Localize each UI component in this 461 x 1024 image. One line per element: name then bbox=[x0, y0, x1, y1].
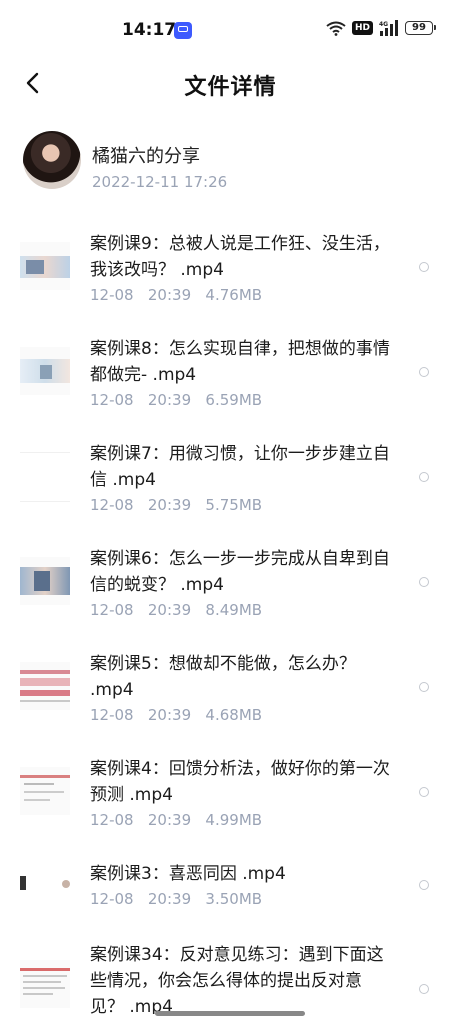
battery-icon: 99 bbox=[405, 21, 436, 35]
video-thumbnail bbox=[20, 662, 70, 710]
wifi-icon bbox=[326, 21, 346, 36]
file-meta: 12-08 20:39 4.99MB bbox=[90, 811, 263, 829]
file-name: 案例课34：反对意见练习：遇到下面这些情况，你会怎么得体的提出反对意见？ .mp… bbox=[90, 945, 384, 1014]
screen-cast-icon bbox=[174, 22, 192, 39]
video-thumbnail bbox=[20, 557, 70, 605]
svg-text:4G: 4G bbox=[379, 21, 388, 28]
file-name: 案例课7：用微习惯，让你一步步建立自信 .mp4 bbox=[90, 444, 390, 490]
video-thumbnail bbox=[20, 960, 70, 1008]
share-time: 2022-12-11 17:26 bbox=[92, 173, 228, 191]
file-name: 案例课5：想做却不能做，怎么办？ .mp4 bbox=[90, 654, 356, 700]
video-thumbnail bbox=[20, 860, 70, 908]
file-item[interactable]: 案例课3：喜恶同因 .mp4 12-08 20:39 3.50MB bbox=[0, 842, 461, 926]
status-time: 14:17 bbox=[122, 20, 177, 40]
page-title: 文件详情 bbox=[184, 75, 277, 100]
sharer-name: 橘猫六的分享 bbox=[92, 146, 200, 167]
file-name: 案例课4：回馈分析法，做好你的第一次预测 .mp4 bbox=[90, 759, 390, 805]
status-icons: HD 4G 99 bbox=[326, 20, 436, 36]
file-item[interactable]: 案例课9：总被人说是工作狂、没生活，我该改吗？ .mp4 12-08 20:39… bbox=[0, 212, 461, 312]
file-meta: 12-08 20:39 5.75MB bbox=[90, 496, 263, 514]
video-thumbnail bbox=[20, 347, 70, 395]
signal-4g-icon: 4G bbox=[379, 20, 399, 36]
status-bar: 14:17 HD 4G 99 bbox=[0, 0, 461, 62]
sharer-info: 橘猫六的分享 2022-12-11 17:26 bbox=[0, 128, 461, 198]
video-thumbnail bbox=[20, 767, 70, 815]
hd-icon: HD bbox=[351, 21, 373, 35]
select-radio[interactable] bbox=[419, 787, 429, 797]
select-radio[interactable] bbox=[419, 262, 429, 272]
file-name: 案例课9：总被人说是工作狂、没生活，我该改吗？ .mp4 bbox=[90, 234, 390, 280]
file-item[interactable]: 案例课5：想做却不能做，怎么办？ .mp4 12-08 20:39 4.68MB bbox=[0, 632, 461, 732]
home-indicator[interactable] bbox=[155, 1011, 305, 1016]
select-radio[interactable] bbox=[419, 472, 429, 482]
select-radio[interactable] bbox=[419, 577, 429, 587]
file-name: 案例课3：喜恶同因 .mp4 bbox=[90, 864, 286, 884]
file-item[interactable]: 案例课7：用微习惯，让你一步步建立自信 .mp4 12-08 20:39 5.7… bbox=[0, 422, 461, 522]
file-meta: 12-08 20:39 8.49MB bbox=[90, 601, 263, 619]
file-item[interactable]: 案例课34：反对意见练习：遇到下面这些情况，你会怎么得体的提出反对意见？ .mp… bbox=[0, 930, 461, 1024]
header: 文件详情 bbox=[0, 62, 461, 106]
file-item[interactable]: 案例课4：回馈分析法，做好你的第一次预测 .mp4 12-08 20:39 4.… bbox=[0, 737, 461, 837]
video-thumbnail bbox=[20, 242, 70, 290]
file-meta: 12-08 20:39 4.68MB bbox=[90, 706, 263, 724]
file-meta: 12-08 20:39 6.59MB bbox=[90, 391, 263, 409]
select-radio[interactable] bbox=[419, 682, 429, 692]
file-meta: 12-08 20:39 4.76MB bbox=[90, 286, 263, 304]
video-thumbnail bbox=[20, 452, 70, 502]
select-radio[interactable] bbox=[419, 984, 429, 994]
file-name: 案例课6：怎么一步一步完成从自卑到自信的蜕变？ .mp4 bbox=[90, 549, 390, 595]
file-item[interactable]: 案例课8：怎么实现自律，把想做的事情都做完- .mp4 12-08 20:39 … bbox=[0, 317, 461, 417]
file-name: 案例课8：怎么实现自律，把想做的事情都做完- .mp4 bbox=[90, 339, 390, 385]
select-radio[interactable] bbox=[419, 367, 429, 377]
file-meta: 12-08 20:39 3.50MB bbox=[90, 890, 263, 908]
select-radio[interactable] bbox=[419, 880, 429, 890]
file-item[interactable]: 案例课6：怎么一步一步完成从自卑到自信的蜕变？ .mp4 12-08 20:39… bbox=[0, 527, 461, 627]
avatar[interactable] bbox=[23, 131, 81, 189]
